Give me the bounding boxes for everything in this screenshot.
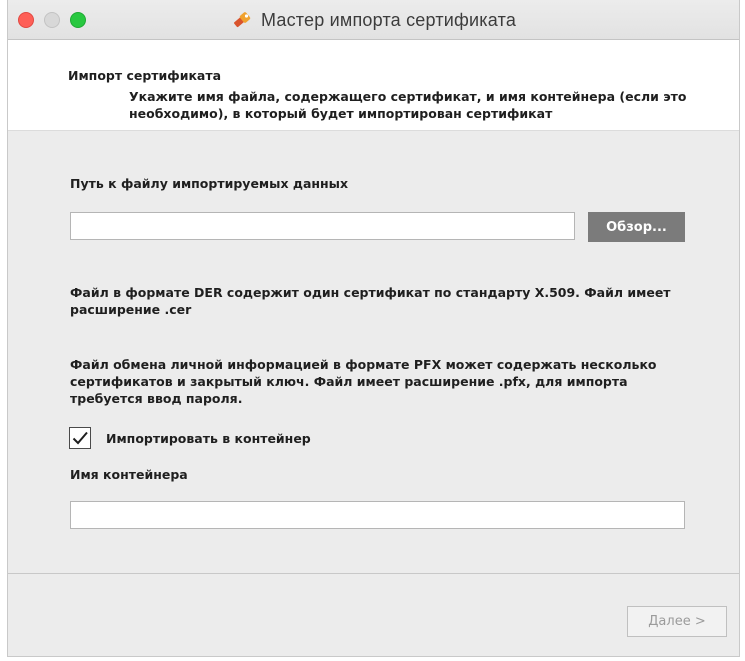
checkmark-icon [72, 431, 88, 445]
next-button[interactable]: Далее > [627, 606, 727, 637]
window-title-group: Мастер импорта сертификата [8, 0, 739, 40]
wizard-header: Импорт сертификата Укажите имя файла, со… [8, 40, 739, 131]
page-title: Импорт сертификата [68, 68, 222, 83]
import-to-container-label[interactable]: Импортировать в контейнер [106, 430, 311, 447]
der-info-text: Файл в формате DER содержит один сертифи… [70, 285, 671, 317]
footer-divider [8, 573, 739, 574]
browse-button[interactable]: Обзор... [588, 212, 685, 242]
container-name-input[interactable] [70, 501, 685, 529]
title-bar: Мастер импорта сертификата [8, 0, 739, 40]
certificate-key-icon [231, 9, 253, 31]
pfx-info-text: Файл обмена личной информацией в формате… [70, 357, 657, 406]
import-to-container-checkbox[interactable] [69, 427, 91, 449]
import-wizard-window: Мастер импорта сертификата Импорт сертиф… [7, 0, 740, 657]
page-description: Укажите имя файла, содержащего сертифика… [129, 89, 687, 121]
file-path-label: Путь к файлу импортируемых данных [70, 176, 349, 191]
window-title: Мастер импорта сертификата [260, 9, 517, 30]
container-name-label: Имя контейнера [70, 467, 188, 482]
file-path-input[interactable] [70, 212, 575, 240]
